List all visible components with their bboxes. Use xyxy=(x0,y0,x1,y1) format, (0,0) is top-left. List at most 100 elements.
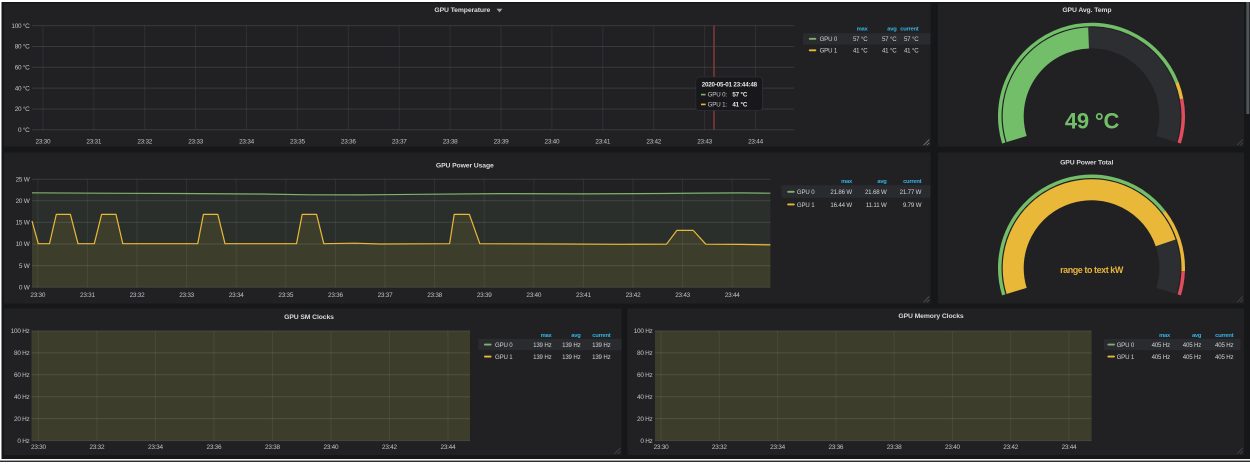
svg-text:GPU 0: GPU 0 xyxy=(820,36,838,43)
svg-text:15 W: 15 W xyxy=(16,220,31,227)
svg-text:405 Hz: 405 Hz xyxy=(1152,354,1171,361)
svg-text:139 Hz: 139 Hz xyxy=(592,342,611,349)
svg-text:GPU SM Clocks: GPU SM Clocks xyxy=(284,314,334,321)
svg-text:23:31: 23:31 xyxy=(80,292,95,299)
svg-text:max: max xyxy=(541,333,553,339)
svg-text:23:30: 23:30 xyxy=(36,139,51,146)
svg-text:23:43: 23:43 xyxy=(697,139,712,146)
svg-text:23:36: 23:36 xyxy=(828,444,843,451)
svg-text:23:39: 23:39 xyxy=(494,139,509,146)
svg-text:GPU Temperature: GPU Temperature xyxy=(434,7,490,14)
svg-text:GPU 0: GPU 0 xyxy=(797,189,815,196)
svg-text:23:42: 23:42 xyxy=(382,444,397,451)
svg-text:GPU 1: GPU 1 xyxy=(495,354,513,361)
svg-text:23:37: 23:37 xyxy=(378,292,393,299)
svg-text:49 °C: 49 °C xyxy=(1065,109,1120,134)
svg-text:23:33: 23:33 xyxy=(188,139,203,146)
svg-text:23:39: 23:39 xyxy=(477,292,492,299)
svg-text:23:30: 23:30 xyxy=(654,444,669,451)
svg-text:avg: avg xyxy=(877,179,887,185)
svg-text:23:36: 23:36 xyxy=(207,444,222,451)
svg-text:41 °C: 41 °C xyxy=(904,48,919,55)
svg-text:21.77 W: 21.77 W xyxy=(900,189,922,196)
svg-text:23:36: 23:36 xyxy=(328,292,343,299)
svg-text:23:44: 23:44 xyxy=(1062,444,1077,451)
svg-text:23:37: 23:37 xyxy=(392,139,407,146)
svg-text:23:38: 23:38 xyxy=(443,139,458,146)
svg-text:23:38: 23:38 xyxy=(887,444,902,451)
svg-text:100 °C: 100 °C xyxy=(11,22,30,30)
svg-text:2020-05-01 23:44:48: 2020-05-01 23:44:48 xyxy=(702,82,758,89)
svg-text:current: current xyxy=(1215,333,1234,339)
svg-text:23:35: 23:35 xyxy=(290,139,305,146)
svg-text:max: max xyxy=(1159,333,1171,339)
svg-text:GPU 1: GPU 1 xyxy=(1117,354,1135,361)
svg-text:80 Hz: 80 Hz xyxy=(14,350,29,357)
svg-text:16.44 W: 16.44 W xyxy=(830,202,852,209)
svg-text:GPU Power Total: GPU Power Total xyxy=(1060,159,1113,166)
svg-text:405 Hz: 405 Hz xyxy=(1215,342,1234,349)
svg-text:0 Hz: 0 Hz xyxy=(640,438,652,445)
svg-text:80 °C: 80 °C xyxy=(15,43,30,51)
svg-text:60 °C: 60 °C xyxy=(15,63,30,71)
svg-text:23:44: 23:44 xyxy=(441,444,456,451)
svg-text:20 Hz: 20 Hz xyxy=(637,416,652,423)
svg-text:0 Hz: 0 Hz xyxy=(17,438,29,445)
svg-text:23:32: 23:32 xyxy=(137,139,152,146)
svg-text:23:31: 23:31 xyxy=(86,139,101,146)
svg-text:405 Hz: 405 Hz xyxy=(1183,342,1202,349)
svg-text:40 Hz: 40 Hz xyxy=(14,394,29,401)
svg-text:23:32: 23:32 xyxy=(90,444,105,451)
svg-text:GPU 1:: GPU 1: xyxy=(708,101,728,108)
svg-text:405 Hz: 405 Hz xyxy=(1183,354,1202,361)
svg-text:139 Hz: 139 Hz xyxy=(562,354,581,361)
svg-text:23:40: 23:40 xyxy=(945,444,960,451)
svg-text:139 Hz: 139 Hz xyxy=(562,342,581,349)
svg-text:23:34: 23:34 xyxy=(239,139,254,146)
svg-text:139 Hz: 139 Hz xyxy=(592,354,611,361)
svg-text:23:34: 23:34 xyxy=(148,444,163,451)
svg-text:41 °C: 41 °C xyxy=(853,48,868,55)
svg-text:80 Hz: 80 Hz xyxy=(637,350,652,357)
svg-text:100 Hz: 100 Hz xyxy=(634,328,653,335)
svg-text:23:35: 23:35 xyxy=(278,292,293,299)
svg-text:10 W: 10 W xyxy=(16,241,31,248)
svg-text:GPU Memory Clocks: GPU Memory Clocks xyxy=(898,313,963,320)
svg-text:23:38: 23:38 xyxy=(265,444,280,451)
svg-text:current: current xyxy=(900,27,919,33)
svg-text:GPU 1: GPU 1 xyxy=(820,48,838,55)
svg-text:5 W: 5 W xyxy=(19,263,31,270)
svg-text:40 Hz: 40 Hz xyxy=(637,394,652,401)
svg-text:60 Hz: 60 Hz xyxy=(14,372,29,379)
svg-text:GPU Avg. Temp: GPU Avg. Temp xyxy=(1062,7,1111,14)
svg-text:avg: avg xyxy=(1192,333,1202,339)
svg-text:GPU 0: GPU 0 xyxy=(495,342,513,349)
svg-text:range to text kW: range to text kW xyxy=(1060,265,1124,275)
svg-text:20 W: 20 W xyxy=(16,198,31,205)
svg-text:405 Hz: 405 Hz xyxy=(1215,354,1234,361)
svg-text:57 °C: 57 °C xyxy=(732,92,747,99)
svg-text:41 °C: 41 °C xyxy=(882,48,897,55)
svg-text:25 W: 25 W xyxy=(16,176,31,183)
svg-text:avg: avg xyxy=(887,27,897,33)
svg-text:20 °C: 20 °C xyxy=(15,105,30,113)
svg-text:11.11 W: 11.11 W xyxy=(866,202,887,209)
svg-text:21.86 W: 21.86 W xyxy=(830,189,852,196)
svg-text:40 °C: 40 °C xyxy=(15,84,30,92)
svg-text:GPU 0:: GPU 0: xyxy=(708,92,728,99)
svg-text:23:34: 23:34 xyxy=(770,444,785,451)
svg-text:139 Hz: 139 Hz xyxy=(533,354,552,361)
svg-text:60 Hz: 60 Hz xyxy=(637,372,652,379)
svg-text:57 °C: 57 °C xyxy=(853,36,868,43)
svg-text:9.79 W: 9.79 W xyxy=(903,202,922,209)
svg-text:23:32: 23:32 xyxy=(130,292,145,299)
svg-text:23:38: 23:38 xyxy=(427,292,442,299)
svg-text:23:40: 23:40 xyxy=(324,444,339,451)
svg-text:23:36: 23:36 xyxy=(341,139,356,146)
svg-text:23:41: 23:41 xyxy=(576,292,591,299)
svg-text:avg: avg xyxy=(571,333,581,339)
svg-text:current: current xyxy=(592,333,611,339)
svg-text:23:40: 23:40 xyxy=(526,292,541,299)
svg-text:current: current xyxy=(903,179,922,185)
svg-text:23:41: 23:41 xyxy=(595,139,610,146)
